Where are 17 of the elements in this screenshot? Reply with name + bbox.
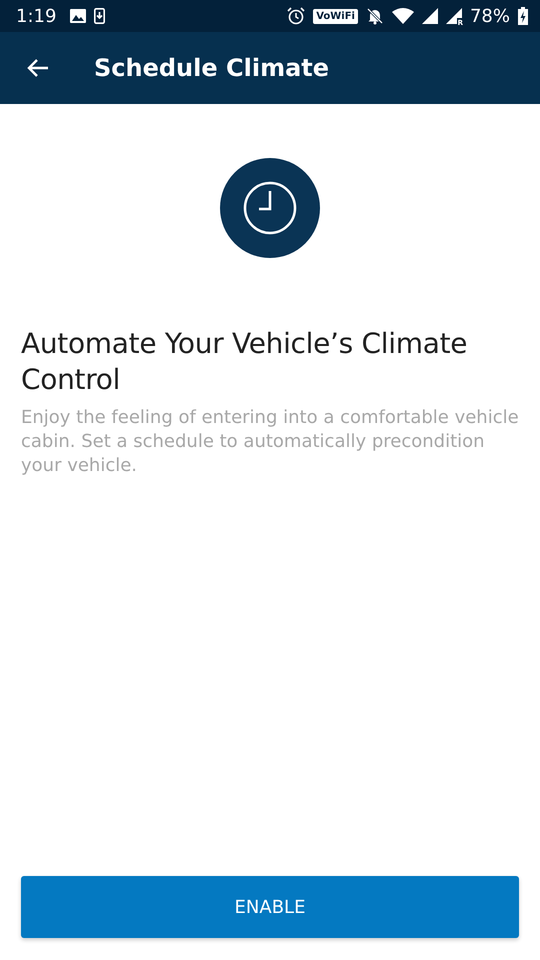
signal-icon [422,8,438,24]
image-icon [70,9,86,23]
status-time: 1:19 [16,6,56,26]
clock-icon [220,158,320,258]
phone-download-icon [94,8,106,24]
alarm-icon [287,7,306,25]
heading: Automate Your Vehicle’s Climate Control [21,326,468,398]
battery-charging-icon [518,7,528,25]
enable-button[interactable]: ENABLE [21,876,519,938]
signal-icon [446,8,462,24]
vowifi-badge: VoWiFi [313,8,358,24]
battery-percent: 78% [470,6,510,26]
bell-muted-icon [366,7,384,25]
wifi-icon [392,8,414,24]
back-arrow-icon [27,58,49,78]
screen-title: Schedule Climate [94,54,330,82]
description: Enjoy the feeling of entering into a comfortable vehicle cabin. Set a schedule to automatically precondition your vehicle. [21,406,519,478]
